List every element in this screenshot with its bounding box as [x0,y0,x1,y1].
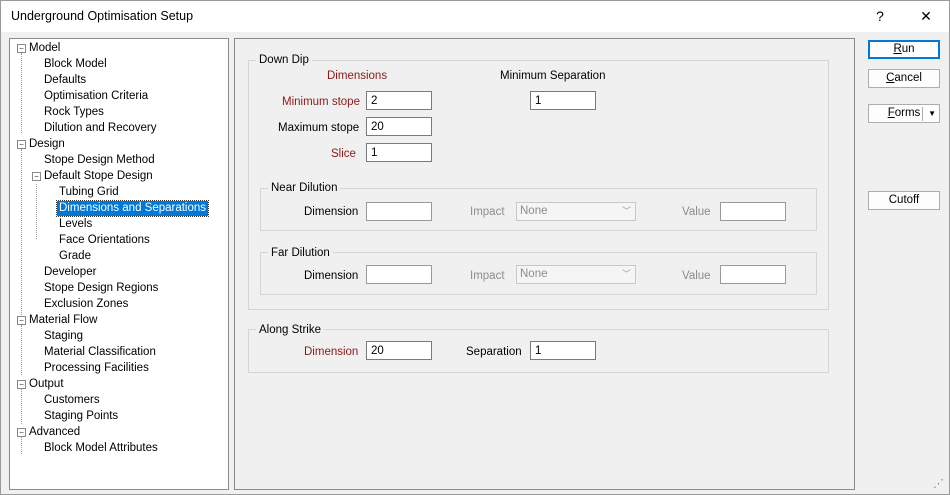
tree-item-grade[interactable]: Grade [59,249,91,264]
near-value-label: Value [682,206,711,218]
collapse-default-stope-design-icon[interactable]: − [32,172,41,181]
navigation-tree: − Model Block Model Defaults Optimisatio… [9,38,229,490]
minimum-separation-input[interactable] [530,91,596,110]
separation-input[interactable] [530,341,596,360]
tree-item-model[interactable]: Model [29,41,60,56]
tree-item-block-model-attributes[interactable]: Block Model Attributes [44,441,158,456]
far-value-label: Value [682,270,711,282]
tree-item-staging[interactable]: Staging [44,329,83,344]
tree-item-optimisation-criteria[interactable]: Optimisation Criteria [44,89,148,104]
chevron-down-icon: ﹀ [621,269,631,279]
resize-grip-icon[interactable]: ⋰ [933,477,944,490]
title-bar: Underground Optimisation Setup ? ✕ [1,1,949,32]
dialog-window: Underground Optimisation Setup ? ✕ − Mod… [0,0,950,495]
far-impact-label: Impact [470,270,505,282]
minimum-stope-input[interactable] [366,91,432,110]
far-dilution-title: Far Dilution [268,247,333,259]
tree-item-stope-design-method[interactable]: Stope Design Method [44,153,155,168]
far-dimension-label: Dimension [304,270,359,282]
tree-item-processing-facilities[interactable]: Processing Facilities [44,361,149,376]
down-dip-title: Down Dip [256,54,312,66]
close-button[interactable]: ✕ [903,1,949,32]
run-button[interactable]: Run [868,40,940,59]
near-impact-value: None [520,205,548,217]
help-button[interactable]: ? [857,1,903,32]
tree-item-material-classification[interactable]: Material Classification [44,345,156,360]
collapse-model-icon[interactable]: − [17,44,26,53]
dimensions-header: Dimensions [327,70,388,82]
tree-item-dilution-recovery[interactable]: Dilution and Recovery [44,121,157,136]
minimum-stope-label: Minimum stope [282,96,360,108]
tree-item-output[interactable]: Output [29,377,64,392]
window-title: Underground Optimisation Setup [11,9,194,23]
tree-item-block-model[interactable]: Block Model [44,57,107,72]
tree-item-material-flow[interactable]: Material Flow [29,313,97,328]
chevron-down-icon: ﹀ [621,206,631,216]
collapse-design-icon[interactable]: − [17,140,26,149]
tree-item-dimensions-separations[interactable]: Dimensions and Separations [55,200,210,217]
far-dimension-input[interactable] [366,265,432,284]
tree-item-default-stope-design[interactable]: Default Stope Design [44,169,153,184]
maximum-stope-label: Maximum stope [278,122,360,134]
tree-item-design[interactable]: Design [29,137,65,152]
near-impact-select[interactable]: None ﹀ [516,202,636,221]
collapse-material-flow-icon[interactable]: − [17,316,26,325]
near-value-input[interactable] [720,202,786,221]
far-impact-select[interactable]: None ﹀ [516,265,636,284]
cancel-button[interactable]: Cancel [868,69,940,88]
tree-item-advanced[interactable]: Advanced [29,425,80,440]
tree-item-defaults[interactable]: Defaults [44,73,86,88]
tree-item-exclusion-zones[interactable]: Exclusion Zones [44,297,128,312]
collapse-output-icon[interactable]: − [17,380,26,389]
near-impact-label: Impact [470,206,505,218]
settings-panel: Down Dip Dimensions Minimum Separation M… [234,38,855,490]
along-dimension-label: Dimension [304,346,359,358]
tree-item-face-orientations[interactable]: Face Orientations [59,233,150,248]
forms-button[interactable]: Forms ▼ [868,104,940,123]
near-dimension-label: Dimension [304,206,359,218]
collapse-advanced-icon[interactable]: − [17,428,26,437]
tree-item-developer[interactable]: Developer [44,265,96,280]
slice-label: Slice [331,148,356,160]
far-impact-value: None [520,268,548,280]
tree-item-levels[interactable]: Levels [59,217,92,232]
near-dilution-title: Near Dilution [268,182,341,194]
tree-item-customers[interactable]: Customers [44,393,100,408]
tree-item-staging-points[interactable]: Staging Points [44,409,118,424]
tree-item-tubing-grid[interactable]: Tubing Grid [59,185,119,200]
slice-input[interactable] [366,143,432,162]
tree-item-stope-design-regions[interactable]: Stope Design Regions [44,281,158,296]
dropdown-arrow-icon[interactable]: ▼ [928,105,936,122]
minimum-separation-header: Minimum Separation [500,70,606,82]
maximum-stope-input[interactable] [366,117,432,136]
separation-label: Separation [466,346,522,358]
tree-item-rock-types[interactable]: Rock Types [44,105,104,120]
along-dimension-input[interactable] [366,341,432,360]
far-value-input[interactable] [720,265,786,284]
near-dimension-input[interactable] [366,202,432,221]
along-strike-title: Along Strike [256,324,325,336]
cutoff-button[interactable]: Cutoff [868,191,940,210]
